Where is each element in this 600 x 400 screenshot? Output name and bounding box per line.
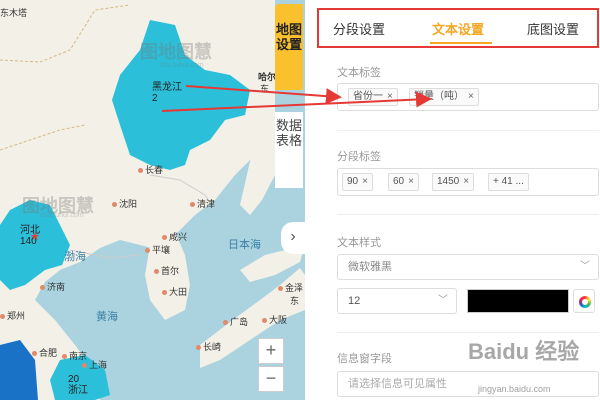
city-changchun: 长春 xyxy=(138,165,163,176)
chip-remove-icon[interactable]: × xyxy=(408,176,414,187)
city-harbin: 哈尔 xyxy=(258,72,277,82)
chip-remove-icon[interactable]: × xyxy=(362,176,368,187)
font-size-select[interactable]: 12 ﹀ xyxy=(337,288,457,314)
color-picker-icon[interactable] xyxy=(573,289,595,313)
tab-basemap-settings[interactable]: 底图设置 xyxy=(527,19,579,38)
divider xyxy=(337,332,599,333)
city-hamhung: 咸兴 xyxy=(162,232,187,243)
sea-yellow: 黄海 xyxy=(96,311,118,323)
chip-remove-icon[interactable]: × xyxy=(468,91,474,102)
info-window-title: 信息窗字段 xyxy=(337,353,392,365)
city-nagasaki: 长崎 xyxy=(196,342,221,353)
city-seoul: 首尔 xyxy=(154,266,179,277)
info-window-field-input[interactable]: 请选择信息可见属性 xyxy=(337,371,599,397)
baidu-watermark-url: jingyan.baidu.com xyxy=(478,384,551,394)
map-watermark-url: ditu.tuhui.com xyxy=(160,62,204,69)
divider xyxy=(337,130,599,131)
sea-bohai: 渤海 xyxy=(64,251,86,263)
city-osaka: 大阪 xyxy=(262,315,287,326)
zoom-in-button[interactable]: + xyxy=(258,338,284,364)
map-watermark: 图地图慧 xyxy=(140,42,212,62)
font-color-swatch[interactable] xyxy=(467,289,569,313)
chip-segment-90[interactable]: 90 × xyxy=(342,173,373,191)
province-heilongjiang: 黑龙江 2 xyxy=(152,82,182,104)
chip-segment-more[interactable]: + 41 ... xyxy=(488,173,529,191)
capital-star-icon: ★ xyxy=(30,231,40,243)
city-hefei: 合肥 xyxy=(32,348,57,359)
city-tokyo: 东 xyxy=(290,296,300,306)
active-tab-indicator xyxy=(430,42,492,44)
zoom-out-button[interactable]: − xyxy=(258,366,284,392)
province-zhejiang: 20 浙江 xyxy=(68,374,88,396)
city-pyongyang: 平壤 xyxy=(145,245,170,256)
chip-sales[interactable]: 销量（吨） × xyxy=(409,88,479,106)
city-shenyang: 沈阳 xyxy=(112,199,137,210)
city-daejeon: 大田 xyxy=(162,287,187,298)
baidu-watermark: Baidu 经验 xyxy=(468,339,580,364)
sea-japan: 日本海 xyxy=(228,239,261,251)
map-canvas[interactable]: 图地图慧 ditu.tuhui.com 图地图慧 ditu.tuhui.com … xyxy=(0,0,305,400)
city-zhengzhou: 郑州 xyxy=(0,311,25,322)
chip-segment-60[interactable]: 60 × xyxy=(388,173,419,191)
chip-remove-icon[interactable]: × xyxy=(387,91,393,102)
city-hiroshima: 广岛 xyxy=(223,317,248,328)
city-label: 东木塔 xyxy=(0,8,28,18)
text-style-title: 文本样式 xyxy=(337,237,381,249)
divider xyxy=(337,214,599,215)
city-chongjin: 清津 xyxy=(190,199,215,210)
panel-tabbar: 分段设置 文本设置 底图设置 xyxy=(317,8,599,48)
tab-segment-settings[interactable]: 分段设置 xyxy=(333,19,385,38)
chevron-down-icon: ﹀ xyxy=(580,261,590,272)
tab-data-table[interactable]: 数据表格 xyxy=(275,112,303,188)
tab-text-settings[interactable]: 文本设置 xyxy=(432,19,484,38)
tab-map-settings[interactable]: 地图设置 xyxy=(275,4,303,90)
collapse-panel-icon[interactable]: › xyxy=(281,222,305,254)
font-family-select[interactable]: 微软雅黑 ﹀ xyxy=(337,254,599,280)
chevron-down-icon: ﹀ xyxy=(438,295,448,306)
text-label-select[interactable]: 省份一 × 销量（吨） × xyxy=(337,83,599,111)
text-label-title: 文本标签 xyxy=(337,67,381,79)
segment-label-select[interactable]: 90 × 60 × 1450 × + 41 ... xyxy=(337,168,599,196)
city-label-dong: 东 xyxy=(260,84,270,94)
city-kanazawa: 金泽 xyxy=(278,283,303,294)
chip-province[interactable]: 省份一 × xyxy=(348,88,398,106)
segment-label-title: 分段标签 xyxy=(337,151,381,163)
map-watermark-url-2: ditu.tuhui.com xyxy=(40,212,84,219)
chip-remove-icon[interactable]: × xyxy=(463,176,469,187)
chip-segment-1450[interactable]: 1450 × xyxy=(432,173,475,191)
city-jinan: 济南 xyxy=(40,282,65,293)
city-shanghai: 上海 xyxy=(82,360,107,371)
